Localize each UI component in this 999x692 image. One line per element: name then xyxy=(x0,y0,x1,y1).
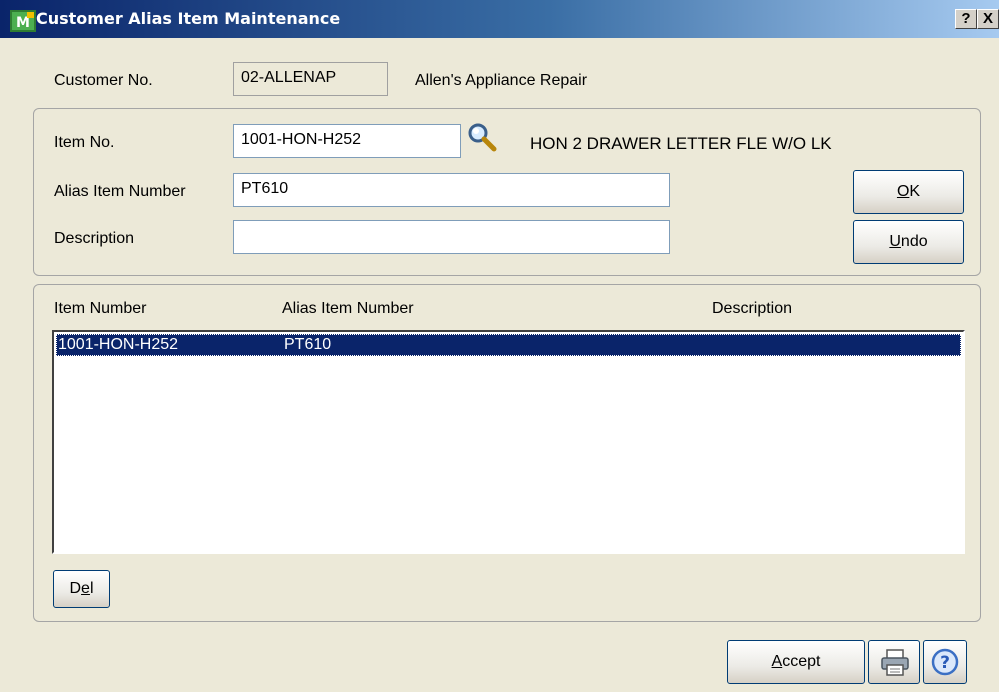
column-header-description[interactable]: Description xyxy=(712,300,792,318)
item-no-label: Item No. xyxy=(54,134,115,151)
svg-text:?: ? xyxy=(940,653,950,673)
table-row[interactable]: 1001-HON-H252 PT610 xyxy=(56,334,961,356)
accept-hotkey: A xyxy=(771,653,783,670)
item-no-input[interactable]: 1001-HON-H252 xyxy=(233,124,461,158)
app-icon: M xyxy=(10,10,36,32)
delete-button[interactable]: Del xyxy=(53,570,110,608)
ok-hotkey: O xyxy=(896,183,910,200)
del-label-rest: l xyxy=(89,580,94,597)
alias-item-number-value: PT610 xyxy=(241,180,289,197)
item-no-value: 1001-HON-H252 xyxy=(241,131,362,148)
undo-label-rest: ndo xyxy=(900,233,928,250)
ok-button[interactable]: OK xyxy=(853,170,964,214)
window-title: Customer Alias Item Maintenance xyxy=(36,9,341,28)
help-title-button[interactable]: ? xyxy=(955,9,977,29)
accept-label-rest: ccept xyxy=(782,653,821,670)
alias-items-list[interactable]: 1001-HON-H252 PT610 xyxy=(52,330,965,554)
alias-item-number-label: Alias Item Number xyxy=(54,183,186,200)
customer-alias-item-window: M Customer Alias Item Maintenance ? X Cu… xyxy=(0,0,999,692)
undo-hotkey: U xyxy=(889,233,901,250)
description-input[interactable] xyxy=(233,220,670,254)
ok-label-rest: K xyxy=(909,183,921,200)
item-description: HON 2 DRAWER LETTER FLE W/O LK xyxy=(530,134,832,153)
del-hotkey: e xyxy=(81,580,90,597)
customer-no-label: Customer No. xyxy=(54,72,153,89)
printer-icon xyxy=(881,649,909,676)
customer-no-field: 02-ALLENAP xyxy=(233,62,388,96)
customer-no-value: 02-ALLENAP xyxy=(241,69,337,86)
description-label: Description xyxy=(54,230,135,247)
customer-name: Allen's Appliance Repair xyxy=(415,72,588,89)
help-glyph: ? xyxy=(961,10,971,27)
print-button[interactable] xyxy=(868,640,920,684)
column-header-alias-item-number[interactable]: Alias Item Number xyxy=(282,300,414,318)
title-bar[interactable]: M Customer Alias Item Maintenance ? X xyxy=(0,0,999,38)
close-icon: X xyxy=(982,10,993,27)
accept-button[interactable]: Accept xyxy=(727,640,865,684)
help-icon: ? xyxy=(931,648,959,676)
undo-button[interactable]: Undo xyxy=(853,220,964,264)
help-button[interactable]: ? xyxy=(923,640,967,684)
row-item-number: 1001-HON-H252 xyxy=(58,336,179,353)
alias-item-number-input[interactable]: PT610 xyxy=(233,173,670,207)
del-label-pre: D xyxy=(69,580,82,597)
column-header-item-number[interactable]: Item Number xyxy=(54,300,146,318)
row-alias-item-number: PT610 xyxy=(284,336,332,353)
lookup-magnifier-icon[interactable] xyxy=(466,121,498,153)
close-button[interactable]: X xyxy=(977,9,999,29)
